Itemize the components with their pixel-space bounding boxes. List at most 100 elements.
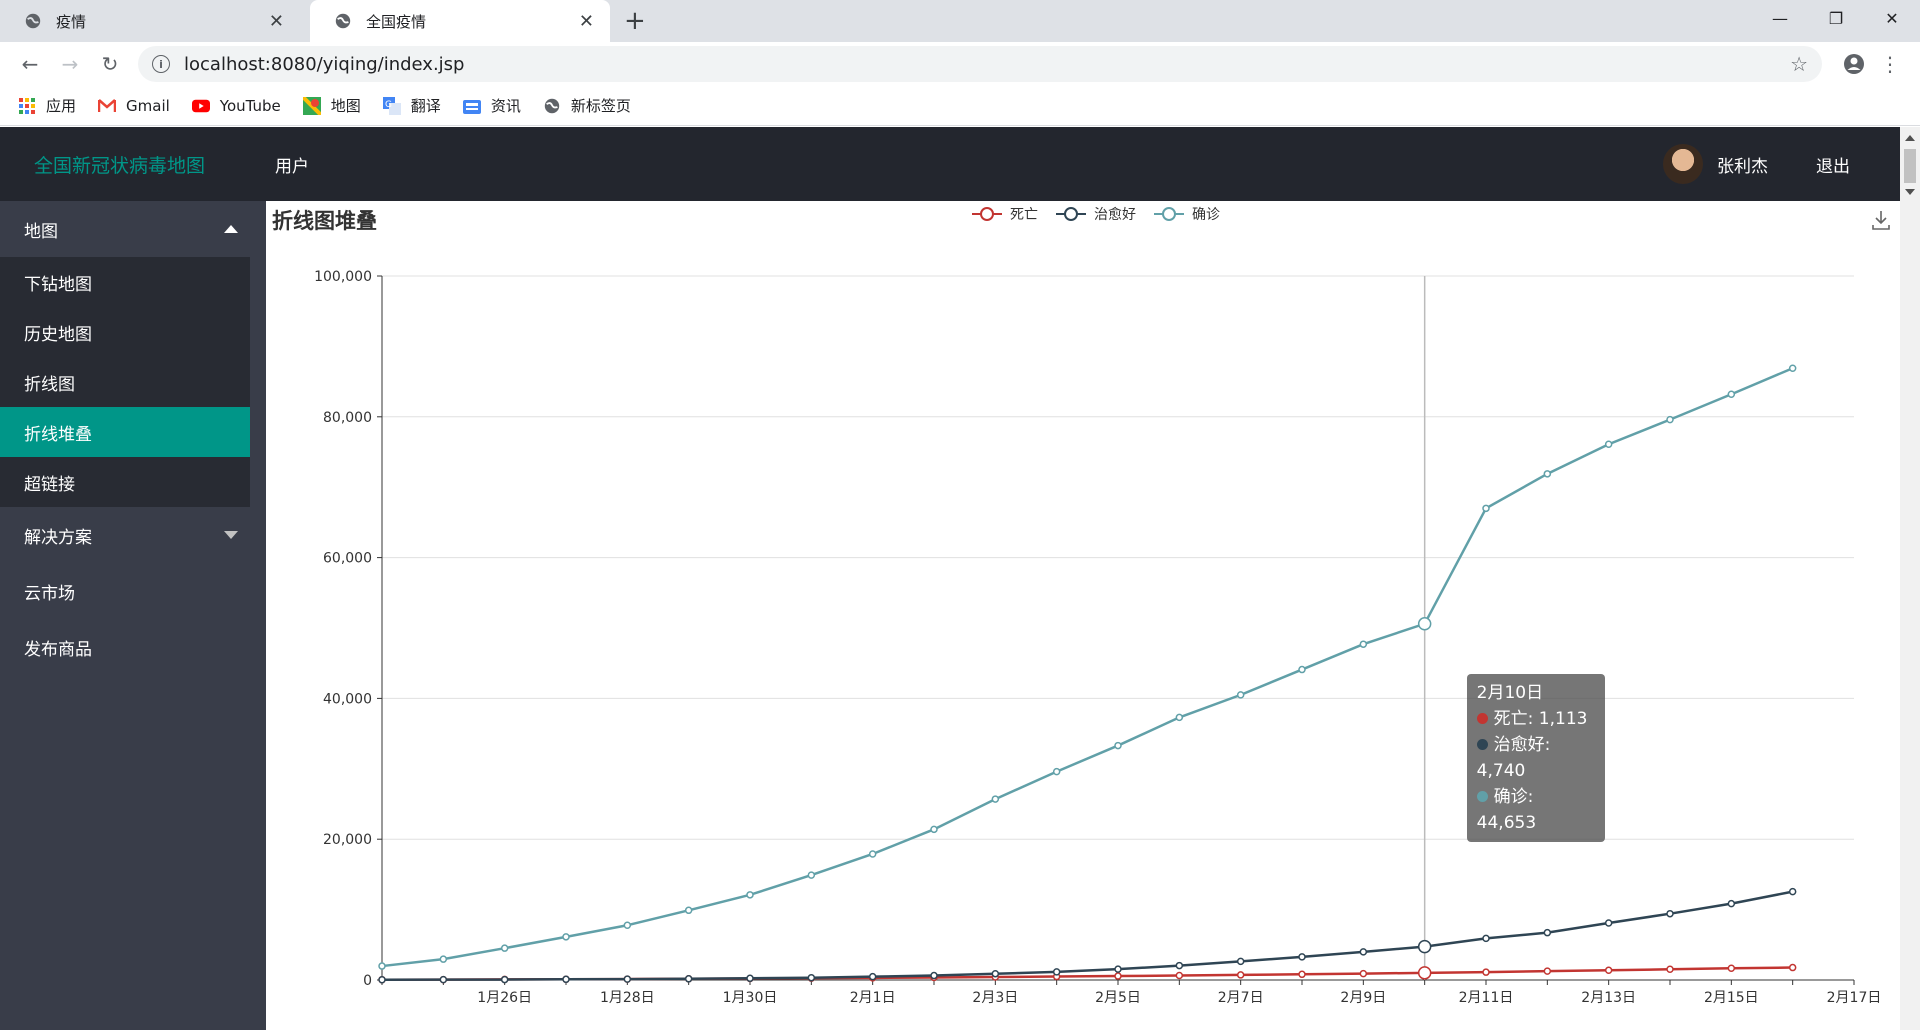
avatar[interactable] bbox=[1663, 144, 1703, 184]
bookmark-label: 翻译 bbox=[410, 97, 441, 115]
apps-grid-icon bbox=[18, 97, 36, 115]
sidebar-item-history-map[interactable]: 历史地图 bbox=[0, 307, 250, 357]
close-icon[interactable]: ✕ bbox=[579, 11, 594, 32]
data-point bbox=[1482, 504, 1490, 513]
y-tick-label: 20,000 bbox=[323, 832, 372, 848]
data-point bbox=[1604, 919, 1613, 927]
data-point bbox=[1666, 965, 1674, 974]
sidebar-item-publish-product[interactable]: 发布商品 bbox=[0, 619, 266, 675]
forward-button[interactable]: → bbox=[52, 46, 88, 82]
tab-yiqing[interactable]: 疫情 ✕ bbox=[0, 0, 300, 42]
address-bar[interactable]: i localhost:8080/yiqing/index.jsp ☆ bbox=[138, 46, 1822, 82]
data-point bbox=[1052, 968, 1061, 976]
data-point bbox=[562, 975, 570, 984]
tooltip-line-death: 死亡: 1,113 bbox=[1476, 706, 1595, 732]
x-tick-label: 2月7日 bbox=[1218, 990, 1264, 1006]
sidebar-group-map[interactable]: 地图 bbox=[0, 201, 266, 257]
data-point bbox=[1482, 934, 1490, 943]
sidebar-item-drilldown-map[interactable]: 下钻地图 bbox=[0, 257, 250, 307]
new-tab-button[interactable]: + bbox=[624, 6, 646, 36]
bookmark-apps[interactable]: 应用 bbox=[18, 95, 76, 116]
bookmark-news[interactable]: 资讯 bbox=[462, 95, 521, 116]
x-tick-label: 2月11日 bbox=[1459, 990, 1514, 1006]
sidebar-group-label: 解决方案 bbox=[24, 527, 92, 548]
reload-button[interactable]: ↻ bbox=[92, 46, 128, 82]
username[interactable]: 张利杰 bbox=[1717, 152, 1768, 177]
sidebar-item-hyperlink[interactable]: 超链接 bbox=[0, 457, 250, 507]
bookmark-gmail[interactable]: Gmail bbox=[98, 97, 170, 115]
x-tick-label: 1月26日 bbox=[477, 990, 532, 1006]
app-header: 全国新冠状病毒地图 用户 张利杰 退出 bbox=[0, 127, 1900, 201]
data-point bbox=[930, 825, 938, 834]
bookmark-maps[interactable]: 地图 bbox=[302, 95, 361, 116]
y-tick-label: 80,000 bbox=[323, 410, 372, 426]
profile-icon[interactable] bbox=[1836, 46, 1872, 82]
scroll-thumb[interactable] bbox=[1904, 149, 1916, 183]
x-tick-label: 2月1日 bbox=[850, 990, 896, 1006]
x-tick-label: 2月5日 bbox=[1095, 990, 1141, 1006]
data-point bbox=[684, 906, 693, 915]
data-point bbox=[991, 969, 1000, 978]
line-chart[interactable]: 0 20,000 40,000 60,000 80,000 100,000 1月26日 1月2… bbox=[266, 201, 1900, 1030]
scroll-down-icon[interactable] bbox=[1905, 189, 1915, 195]
data-point bbox=[1236, 691, 1245, 699]
data-point bbox=[1359, 640, 1368, 648]
x-tick-label: 1月28日 bbox=[600, 990, 655, 1006]
bookmark-new-tab-page[interactable]: 新标签页 bbox=[543, 95, 631, 116]
data-point bbox=[1543, 967, 1552, 975]
menu-kebab-icon[interactable]: ⋮ bbox=[1872, 46, 1908, 82]
globe-icon bbox=[543, 97, 561, 115]
news-icon bbox=[462, 97, 481, 115]
data-point bbox=[1604, 966, 1613, 975]
back-button[interactable]: ← bbox=[12, 46, 48, 82]
sidebar-item-stacked-line[interactable]: 折线堆叠 bbox=[0, 407, 250, 457]
data-point bbox=[1604, 440, 1613, 449]
sidebar-item-cloud-market[interactable]: 云市场 bbox=[0, 563, 266, 619]
download-icon[interactable] bbox=[1870, 209, 1892, 231]
data-point bbox=[378, 975, 386, 984]
data-point bbox=[378, 962, 386, 970]
sidebar-group-solutions[interactable]: 解决方案 bbox=[0, 507, 266, 563]
bookmark-translate[interactable]: G 翻译 bbox=[382, 95, 441, 116]
data-point bbox=[439, 975, 448, 984]
data-point bbox=[1482, 968, 1490, 976]
sidebar-group-label: 地图 bbox=[24, 221, 58, 242]
globe-icon bbox=[25, 13, 41, 29]
data-point bbox=[684, 975, 693, 983]
data-point bbox=[1543, 470, 1552, 478]
data-point bbox=[807, 871, 816, 879]
nav-user[interactable]: 用户 bbox=[275, 152, 309, 177]
close-icon[interactable]: ✕ bbox=[269, 11, 284, 32]
sidebar-item-line-chart[interactable]: 折线图 bbox=[0, 357, 250, 407]
tab-title: 疫情 bbox=[56, 12, 87, 31]
bookmark-youtube[interactable]: YouTube bbox=[191, 97, 281, 115]
data-point bbox=[1114, 972, 1122, 980]
x-tick-label: 1月30日 bbox=[723, 990, 778, 1006]
tab-quanguo-yiqing[interactable]: 全国疫情 ✕ bbox=[310, 0, 610, 42]
url-text[interactable]: localhost:8080/yiqing/index.jsp bbox=[184, 54, 1790, 75]
window-controls: — ❐ ✕ bbox=[1752, 0, 1920, 36]
data-point bbox=[1417, 939, 1432, 954]
minimize-icon[interactable]: — bbox=[1752, 0, 1808, 36]
info-icon[interactable]: i bbox=[152, 55, 170, 73]
scroll-up-icon[interactable] bbox=[1905, 135, 1915, 141]
data-point bbox=[1727, 899, 1736, 908]
data-point bbox=[868, 972, 877, 981]
bookmark-star-icon[interactable]: ☆ bbox=[1790, 52, 1808, 76]
page-scrollbar[interactable] bbox=[1900, 127, 1920, 1030]
gmail-icon bbox=[98, 97, 117, 115]
logout-link[interactable]: 退出 bbox=[1816, 152, 1850, 177]
data-point bbox=[1052, 767, 1061, 776]
series-line-确诊 bbox=[381, 367, 1794, 968]
restore-icon[interactable]: ❐ bbox=[1808, 0, 1864, 36]
bookmarks-bar: 应用 Gmail YouTube 地图 G 翻译 资讯 新标签页 bbox=[0, 86, 1920, 126]
tab-strip: 疫情 ✕ 全国疫情 ✕ + — ❐ ✕ bbox=[0, 0, 1920, 42]
data-point bbox=[991, 795, 1000, 803]
data-point bbox=[623, 975, 632, 983]
x-tick-label: 2月3日 bbox=[972, 990, 1018, 1006]
brand-link[interactable]: 全国新冠状病毒地图 bbox=[0, 151, 275, 178]
globe-icon bbox=[335, 13, 351, 29]
close-window-icon[interactable]: ✕ bbox=[1864, 0, 1920, 36]
data-point bbox=[1175, 713, 1184, 722]
y-tick-label: 40,000 bbox=[323, 691, 372, 707]
